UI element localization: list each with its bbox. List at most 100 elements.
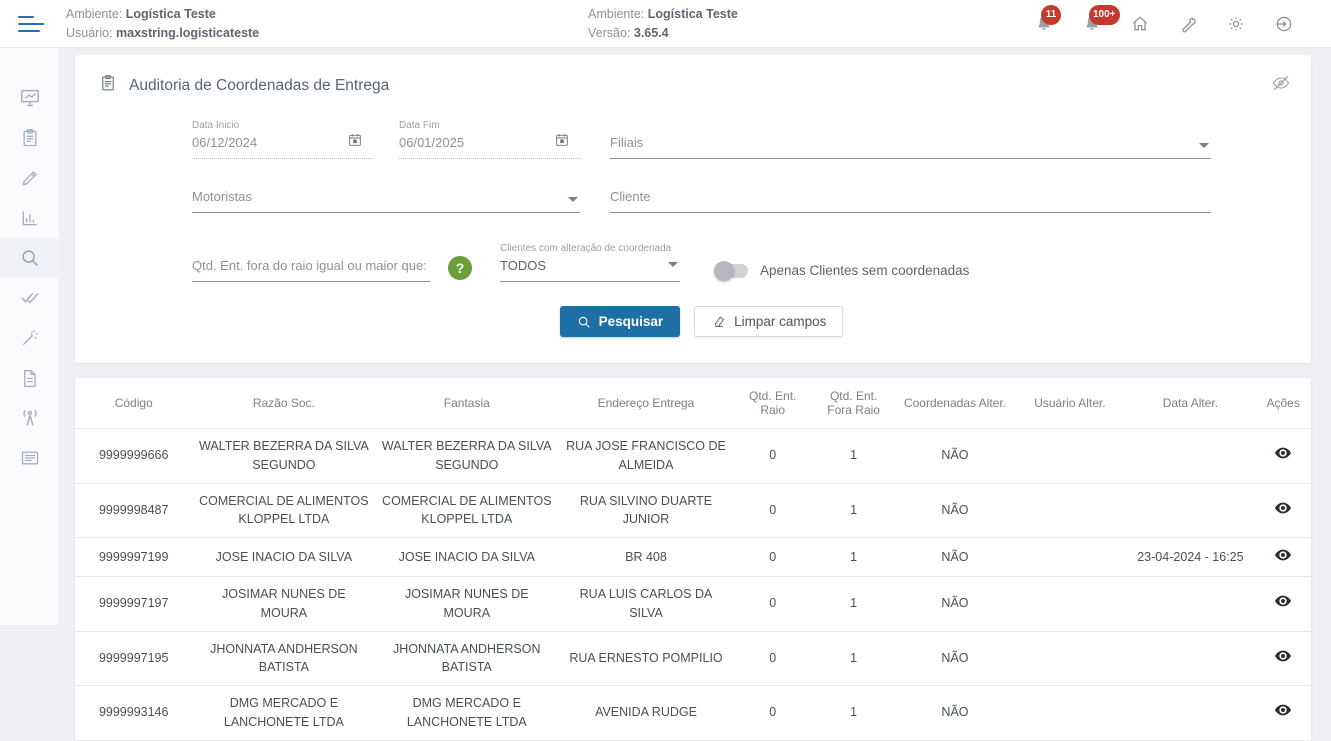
eye-icon: [1275, 650, 1291, 662]
table-cell: NÃO: [896, 483, 1015, 538]
table-cell: [1126, 483, 1256, 538]
view-details-button[interactable]: [1275, 447, 1291, 459]
sidebar-item-edit[interactable]: [0, 158, 60, 198]
sidebar-item-clipboard[interactable]: [0, 118, 60, 158]
sidebar-item-automation[interactable]: [0, 318, 60, 358]
eye-icon: [1275, 502, 1291, 514]
table-cell: BR 408: [558, 538, 734, 577]
card-list-icon: [20, 448, 40, 468]
table-cell: [1014, 686, 1125, 741]
table-cell: [1014, 538, 1125, 577]
eye-icon: [1275, 549, 1291, 561]
column-header: Usuário Alter.: [1014, 378, 1125, 429]
document-icon: [20, 369, 39, 388]
gear-icon: [1226, 14, 1246, 34]
pesquisar-button[interactable]: Pesquisar: [560, 306, 681, 337]
column-header: Razão Soc.: [192, 378, 375, 429]
actions-cell: [1255, 483, 1311, 538]
table-cell: NÃO: [896, 686, 1015, 741]
home-button[interactable]: [1129, 13, 1151, 35]
view-details-button[interactable]: [1275, 650, 1291, 662]
hide-filters-button[interactable]: [1271, 73, 1291, 98]
alerts-bell-button[interactable]: 100+: [1081, 13, 1103, 35]
chevron-down-icon: [568, 197, 578, 202]
table-row: 9999997195JHONNATA ANDHERSON BATISTAJHON…: [75, 631, 1311, 686]
table-cell: [1014, 577, 1125, 632]
home-icon: [1130, 14, 1150, 34]
actions-cell: [1255, 429, 1311, 484]
table-cell: RUA ERNESTO POMPILIO: [558, 631, 734, 686]
table-cell: NÃO: [896, 429, 1015, 484]
table-cell: 0: [734, 631, 812, 686]
limpar-campos-button[interactable]: Limpar campos: [694, 306, 843, 337]
date-start-field[interactable]: Data Inicio 06/12/2024: [192, 120, 373, 159]
date-start-value: 06/12/2024: [192, 135, 373, 153]
calendar-icon[interactable]: [554, 132, 570, 153]
table-cell: 1: [812, 483, 896, 538]
clipboard-title-icon: [99, 74, 117, 97]
sidebar-item-broadcast[interactable]: [0, 398, 60, 438]
view-details-button[interactable]: [1275, 704, 1291, 716]
table-cell: 9999997197: [75, 577, 192, 632]
table-cell: JHONNATA ANDHERSON BATISTA: [375, 631, 558, 686]
view-details-button[interactable]: [1275, 502, 1291, 514]
eye-icon: [1275, 595, 1291, 607]
sem-coordenadas-toggle[interactable]: [714, 264, 748, 278]
view-details-button[interactable]: [1275, 549, 1291, 561]
table-cell: 9999997195: [75, 631, 192, 686]
date-end-value: 06/01/2025: [399, 135, 580, 153]
alert-count-badge: 100+: [1089, 5, 1120, 25]
tools-button[interactable]: [1177, 13, 1199, 35]
date-end-field[interactable]: Data Fim 06/01/2025: [399, 120, 580, 159]
table-cell: 0: [734, 538, 812, 577]
table-cell: WALTER BEZERRA DA SILVA SEGUNDO: [192, 429, 375, 484]
column-header: Coordenadas Alter.: [896, 378, 1015, 429]
environment-user-info: Ambiente: Logística Teste Usuário: maxst…: [66, 5, 259, 41]
pencil-icon: [20, 168, 40, 188]
eye-slash-icon: [1271, 73, 1291, 93]
filiais-select[interactable]: Filiais: [610, 135, 1211, 159]
eraser-icon: [711, 314, 726, 329]
sidebar-item-cards[interactable]: [0, 438, 60, 478]
table-cell: [1014, 631, 1125, 686]
table-cell: 9999993146: [75, 686, 192, 741]
alteracao-coordenada-select[interactable]: Clientes com alteração de coordenada TOD…: [500, 243, 680, 282]
search-icon: [19, 247, 41, 269]
table-cell: 9999998487: [75, 483, 192, 538]
table-cell: 1: [812, 538, 896, 577]
column-header: Endereço Entrega: [558, 378, 734, 429]
sidebar-item-reports[interactable]: [0, 198, 60, 238]
table-cell: 1: [812, 577, 896, 632]
sidebar-nav: [0, 48, 60, 625]
sidebar-item-documents[interactable]: [0, 358, 60, 398]
table-cell: 1: [812, 686, 896, 741]
sidebar-item-approvals[interactable]: [0, 278, 60, 318]
table-cell: JHONNATA ANDHERSON BATISTA: [192, 631, 375, 686]
cliente-input[interactable]: Cliente: [610, 189, 1211, 213]
settings-button[interactable]: [1225, 13, 1247, 35]
sidebar-item-dashboard[interactable]: [0, 78, 60, 118]
actions-cell: [1255, 631, 1311, 686]
qtd-fora-raio-input[interactable]: Qtd. Ent. fora do raio igual ou maior qu…: [192, 258, 430, 282]
eye-icon: [1275, 447, 1291, 459]
logout-button[interactable]: [1273, 13, 1295, 35]
view-details-button[interactable]: [1275, 595, 1291, 607]
table-cell: WALTER BEZERRA DA SILVA SEGUNDO: [375, 429, 558, 484]
help-icon[interactable]: ?: [448, 256, 472, 280]
table-row: 9999998487COMERCIAL DE ALIMENTOS KLOPPEL…: [75, 483, 1311, 538]
column-header: Data Alter.: [1126, 378, 1256, 429]
notifications-bell-button[interactable]: 11: [1033, 13, 1055, 35]
table-cell: NÃO: [896, 577, 1015, 632]
table-row: 9999993146DMG MERCADO E LANCHONETE LTDAD…: [75, 686, 1311, 741]
menu-toggle-button[interactable]: [0, 16, 62, 32]
dashboard-icon: [19, 87, 41, 109]
toggle-label: Apenas Clientes sem coordenadas: [760, 263, 969, 278]
search-icon: [577, 315, 591, 329]
sidebar-item-search[interactable]: [0, 238, 60, 278]
table-cell: JOSIMAR NUNES DE MOURA: [192, 577, 375, 632]
column-header: Código: [75, 378, 192, 429]
motoristas-select[interactable]: Motoristas: [192, 189, 580, 213]
column-header: Ações: [1255, 378, 1311, 429]
calendar-icon[interactable]: [347, 132, 363, 153]
table-row: 9999997199JOSE INACIO DA SILVAJOSE INACI…: [75, 538, 1311, 577]
